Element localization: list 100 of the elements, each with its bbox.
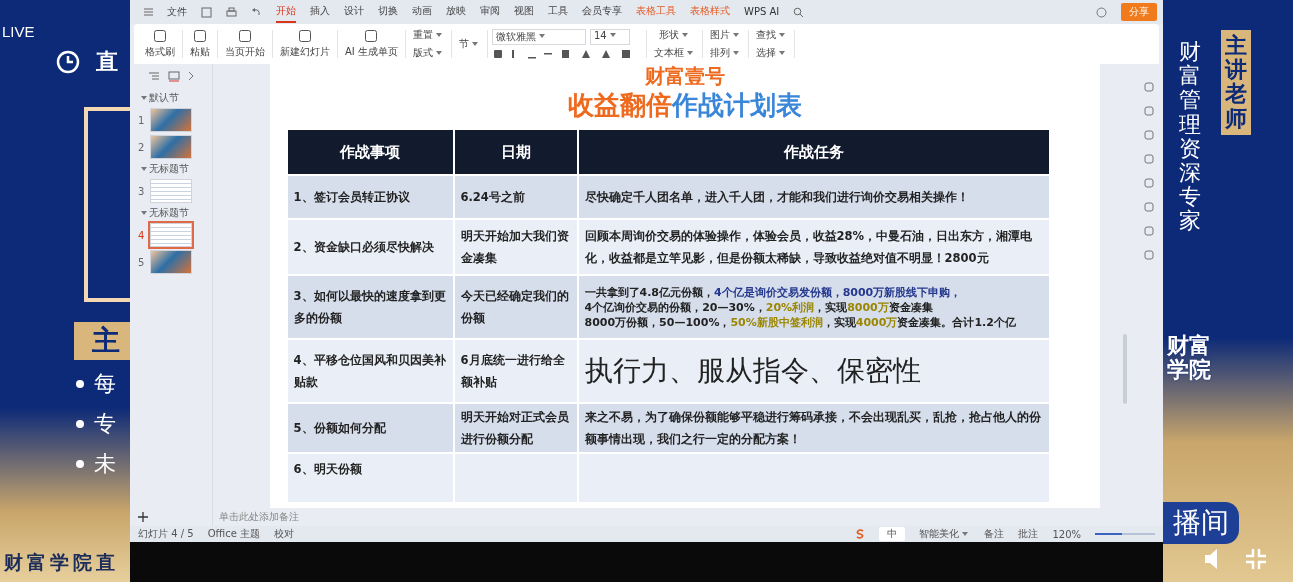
- table-cell: 5、份额如何分配: [287, 404, 453, 452]
- thumbnail-view-icon[interactable]: [168, 70, 180, 82]
- tool-icon[interactable]: [1144, 106, 1154, 116]
- menu-tab[interactable]: 插入: [310, 1, 330, 23]
- print-icon[interactable]: [226, 6, 237, 18]
- ribbon-button[interactable]: 排列: [706, 45, 744, 61]
- menu-tab[interactable]: 放映: [446, 1, 466, 23]
- table-cell: 执行力、服从指令、保密性: [578, 340, 1049, 402]
- tool-icon[interactable]: [1144, 250, 1154, 260]
- beautify-button[interactable]: 智能美化: [919, 527, 971, 541]
- ribbon-button[interactable]: 选择: [752, 45, 790, 61]
- menu-tab[interactable]: WPS AI: [744, 2, 780, 22]
- add-slide-icon[interactable]: [138, 512, 148, 522]
- ribbon-button[interactable]: 格式刷: [142, 28, 178, 60]
- live-label: LIVE: [2, 23, 35, 40]
- presenter-title: 财富管理资深专家: [1179, 40, 1201, 234]
- outline-icon[interactable]: [148, 71, 160, 81]
- slide-thumbnail[interactable]: [150, 223, 192, 247]
- tool-icon[interactable]: [1144, 82, 1154, 92]
- column-header: 日期: [454, 130, 577, 174]
- logo-text: 直: [96, 48, 118, 76]
- table-cell: 尽快确定千人团名单，进入千人团，才能和我们进行询价交易相关操作！: [578, 176, 1049, 218]
- menu-icon[interactable]: [144, 8, 153, 16]
- comments-button[interactable]: 批注: [1018, 527, 1039, 541]
- ribbon-button[interactable]: AI 生成单页: [342, 28, 401, 60]
- section-title[interactable]: 默认节: [138, 91, 208, 105]
- fullscreen-exit-icon[interactable]: [1245, 548, 1267, 570]
- table-cell: 6.24号之前: [454, 176, 577, 218]
- table-cell: 一共拿到了4.8亿元份额，4个亿是询价交易发份额，8000万新股线下申购， 4个亿询价交易的份额，20—30%，20%利润，实现8000万资金凑集 8000万份额，50—100%，50%新股中签利润，实现4000万资金凑集。合计1.2个亿: [578, 276, 1049, 338]
- ribbon-button[interactable]: 粘贴: [187, 28, 213, 60]
- column-header: 作战事项: [287, 130, 453, 174]
- table-cell: 4、平移仓位国风和贝因美补贴款: [287, 340, 453, 402]
- bullet-text: 未: [94, 450, 116, 478]
- bullet-text: 专: [94, 410, 116, 438]
- zoom-level[interactable]: 120%: [1052, 528, 1081, 540]
- presenter-badge: 主讲老师: [1221, 30, 1251, 135]
- table-cell: 6、明天份额: [287, 454, 453, 502]
- undo-icon[interactable]: [251, 6, 262, 18]
- tool-icon[interactable]: [1144, 202, 1154, 212]
- table-cell: 明天开始加大我们资金凑集: [454, 220, 577, 274]
- table-cell: 明天开始对正式会员进行份额分配: [454, 404, 577, 452]
- ribbon-button[interactable]: 节: [455, 36, 483, 52]
- ribbon-button[interactable]: 文本框: [650, 45, 698, 61]
- ribbon-button[interactable]: 形状: [650, 27, 698, 43]
- bullet-dot: [76, 460, 84, 468]
- banner-text: 播间: [1163, 502, 1239, 544]
- footer-text: 财富学院直: [4, 551, 119, 573]
- slide-number: 4: [138, 229, 145, 241]
- slide-title: 作战计划表: [672, 90, 802, 120]
- chevron-icon[interactable]: [188, 71, 194, 81]
- font-size-dropdown[interactable]: 14: [589, 28, 630, 45]
- ribbon-button[interactable]: 版式: [409, 45, 447, 61]
- tool-icon[interactable]: [1144, 130, 1154, 140]
- menu-tab[interactable]: 工具: [548, 1, 568, 23]
- slide-thumbnail[interactable]: [150, 179, 192, 203]
- notes-button[interactable]: 备注: [984, 527, 1005, 541]
- slide-thumbnail[interactable]: [150, 108, 192, 132]
- ribbon-button[interactable]: 查找: [752, 27, 790, 43]
- slide-number: 3: [138, 185, 145, 197]
- tool-icon[interactable]: [1144, 178, 1154, 188]
- bullet-dot: [76, 420, 84, 428]
- slide-thumbnail[interactable]: [150, 135, 192, 159]
- slide-number: 1: [138, 114, 145, 126]
- tool-icon[interactable]: [1144, 154, 1154, 164]
- menu-tab[interactable]: 视图: [514, 1, 534, 23]
- slide-title: 财富壹号: [645, 64, 725, 88]
- tool-icon[interactable]: [1144, 226, 1154, 236]
- menu-tab[interactable]: 切换: [378, 1, 398, 23]
- ime-toolbar[interactable]: 中: [879, 527, 906, 541]
- table-cell: 回顾本周询价交易的体验操作，体验会员，收益28%，中曼石油，日出东方，湘潭电化，收益都是立竿见影，但是份额太稀缺，导致收益绝对值不明显！2800元: [578, 220, 1049, 274]
- table-cell: 6月底统一进行给全额补贴: [454, 340, 577, 402]
- ribbon-button[interactable]: 新建幻灯片: [277, 28, 333, 60]
- slide-thumbnail[interactable]: [150, 250, 192, 274]
- slide-number: 5: [138, 256, 145, 268]
- ribbon-button[interactable]: 当页开始: [222, 28, 268, 60]
- file-menu[interactable]: 文件: [167, 5, 187, 19]
- ribbon-button[interactable]: 重置: [409, 27, 447, 43]
- section-title[interactable]: 无标题节: [138, 206, 208, 220]
- academy-name: 财富学院: [1167, 333, 1212, 382]
- theme-label[interactable]: Office 主题: [207, 527, 260, 541]
- table-cell: 1、签订会员转正协议: [287, 176, 453, 218]
- scrollbar[interactable]: [1123, 334, 1127, 404]
- search-icon[interactable]: [793, 6, 805, 18]
- menu-tab[interactable]: 动画: [412, 1, 432, 23]
- slide-count: 幻灯片 4 / 5: [138, 527, 194, 541]
- table-cell: 来之不易，为了确保份额能够平稳进行筹码承接，不会出现乱买，乱抢，抢占他人的份额事情出现，我们之行一定的分配方案！: [578, 404, 1049, 452]
- ime-logo-icon[interactable]: [855, 529, 866, 539]
- menu-tab[interactable]: 设计: [344, 1, 364, 23]
- menu-tab[interactable]: 会员专享: [582, 1, 622, 23]
- ribbon-button[interactable]: 图片: [706, 27, 744, 43]
- save-icon[interactable]: [201, 6, 212, 18]
- square-icon: [298, 29, 312, 43]
- proofing-button[interactable]: 校对: [274, 527, 294, 541]
- section-title[interactable]: 无标题节: [138, 162, 208, 176]
- slide-title: 收益翻倍: [568, 90, 672, 120]
- table-cell: 今天已经确定我们的份额: [454, 276, 577, 338]
- column-header: 作战任务: [578, 130, 1049, 174]
- font-dropdown[interactable]: 微软雅黑: [491, 28, 586, 45]
- host-label: 主: [74, 322, 130, 360]
- menu-tab[interactable]: 审阅: [480, 1, 500, 23]
